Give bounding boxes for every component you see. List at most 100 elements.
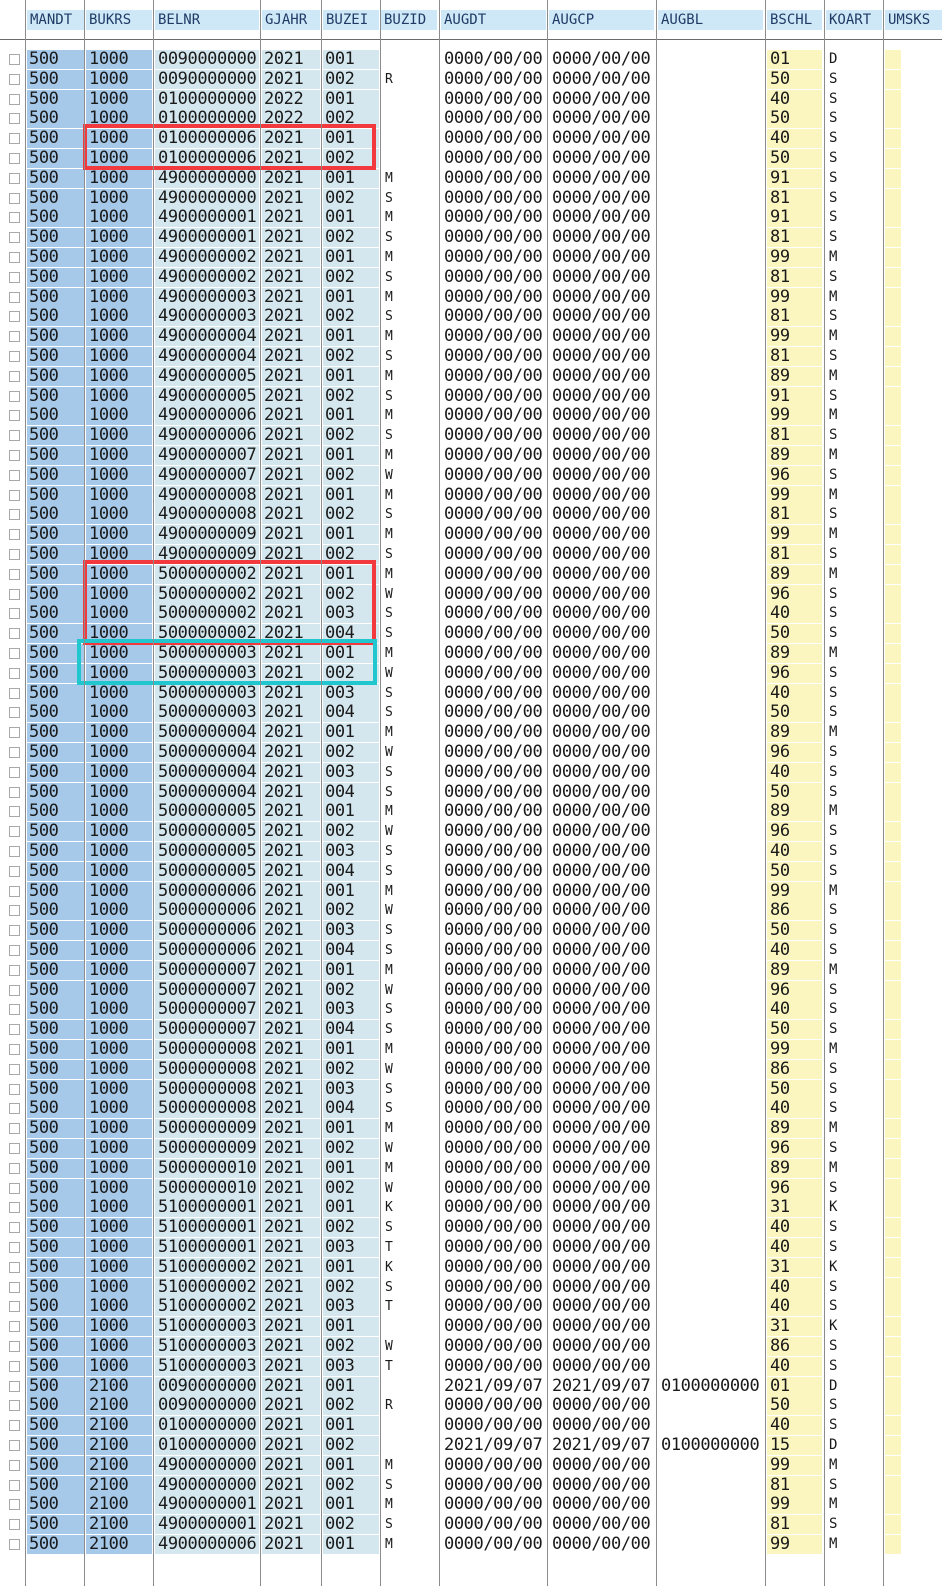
cell-gjahr[interactable]: 2021 xyxy=(262,644,320,663)
cell-bschl[interactable]: 81 xyxy=(767,267,822,287)
cell-bukrs[interactable]: 1000 xyxy=(86,248,152,267)
cell-koart[interactable]: S xyxy=(826,465,882,485)
cell-buzid[interactable]: M xyxy=(381,1119,437,1139)
table-row[interactable]: 500 1000 4900000008 2021 002 S 0000/00/00 0000/… xyxy=(0,505,942,525)
cell-umsk[interactable] xyxy=(885,1376,901,1396)
cell-gjahr[interactable]: 2021 xyxy=(262,1396,320,1416)
cell-bukrs[interactable]: 1000 xyxy=(86,228,152,248)
cell-umsk[interactable] xyxy=(885,208,901,228)
cell-augbl[interactable] xyxy=(658,1059,763,1079)
cell-gjahr[interactable]: 2021 xyxy=(262,465,320,485)
cell-koart[interactable]: S xyxy=(826,762,882,782)
cell-bschl[interactable]: 50 xyxy=(767,69,822,89)
cell-augcp[interactable]: 0000/00/00 xyxy=(549,248,654,267)
cell-augbl[interactable] xyxy=(658,1495,763,1515)
cell-mandt[interactable]: 500 xyxy=(27,1178,84,1198)
cell-gjahr[interactable]: 2021 xyxy=(262,762,320,782)
cell-buzid[interactable]: S xyxy=(381,307,437,327)
cell-mandt[interactable]: 500 xyxy=(27,129,84,149)
cell-augcp[interactable]: 0000/00/00 xyxy=(549,1178,654,1198)
cell-bukrs[interactable]: 1000 xyxy=(86,1198,152,1218)
cell-belnr[interactable]: 4900000008 xyxy=(155,485,259,505)
cell-augcp[interactable]: 0000/00/00 xyxy=(549,287,654,307)
cell-gjahr[interactable]: 2021 xyxy=(262,188,320,208)
cell-buzid[interactable]: K xyxy=(381,1257,437,1277)
cell-bschl[interactable]: 89 xyxy=(767,802,822,822)
column-separator[interactable] xyxy=(439,0,440,1586)
cell-belnr[interactable]: 4900000000 xyxy=(155,168,259,188)
cell-augcp[interactable]: 0000/00/00 xyxy=(549,1158,654,1178)
row-select-checkbox[interactable] xyxy=(9,351,20,362)
cell-bschl[interactable]: 99 xyxy=(767,525,822,545)
cell-augcp[interactable]: 0000/00/00 xyxy=(549,327,654,347)
cell-gjahr[interactable]: 2021 xyxy=(262,50,320,69)
cell-umsk[interactable] xyxy=(885,822,901,842)
table-row[interactable]: 500 1000 5000000010 2021 001 M 0000/00/00 0000/… xyxy=(0,1158,942,1179)
cell-augcp[interactable]: 0000/00/00 xyxy=(549,347,654,366)
cell-mandt[interactable]: 500 xyxy=(27,1218,84,1238)
cell-augdt[interactable]: 0000/00/00 xyxy=(441,228,546,248)
cell-buzei[interactable]: 003 xyxy=(323,1079,379,1099)
table-row[interactable]: 500 2100 4900000006 2021 001 M 0000/00/00 0000/… xyxy=(0,1535,942,1555)
cell-belnr[interactable]: 4900000008 xyxy=(155,505,259,525)
cell-augbl[interactable] xyxy=(658,1317,763,1337)
cell-gjahr[interactable]: 2021 xyxy=(262,1317,320,1337)
cell-buzei[interactable]: 001 xyxy=(323,1119,379,1139)
cell-mandt[interactable]: 500 xyxy=(27,307,84,327)
cell-buzid[interactable]: M xyxy=(381,406,437,426)
cell-belnr[interactable]: 0100000000 xyxy=(155,1416,259,1436)
cell-bukrs[interactable]: 1000 xyxy=(86,465,152,485)
cell-umsk[interactable] xyxy=(885,446,901,465)
cell-augdt[interactable]: 0000/00/00 xyxy=(441,267,546,287)
cell-buzei[interactable]: 001 xyxy=(323,1416,379,1436)
cell-augcp[interactable]: 0000/00/00 xyxy=(549,1079,654,1099)
cell-buzid[interactable] xyxy=(381,89,437,109)
cell-augbl[interactable] xyxy=(658,782,763,802)
cell-bschl[interactable]: 89 xyxy=(767,723,822,743)
cell-augcp[interactable]: 0000/00/00 xyxy=(549,307,654,327)
table-row[interactable]: 500 1000 4900000003 2021 002 S 0000/00/00 0000/… xyxy=(0,307,942,327)
cell-buzid[interactable]: M xyxy=(381,208,437,228)
cell-bukrs[interactable]: 1000 xyxy=(86,1020,152,1040)
cell-bukrs[interactable]: 1000 xyxy=(86,802,152,822)
cell-belnr[interactable]: 4900000006 xyxy=(155,426,259,446)
cell-buzei[interactable]: 002 xyxy=(323,1475,379,1495)
cell-bukrs[interactable]: 1000 xyxy=(86,89,152,109)
cell-gjahr[interactable]: 2021 xyxy=(262,347,320,366)
cell-mandt[interactable]: 500 xyxy=(27,168,84,188)
cell-augbl[interactable] xyxy=(658,1218,763,1238)
cell-bukrs[interactable]: 1000 xyxy=(86,545,152,564)
cell-bschl[interactable]: 31 xyxy=(767,1317,822,1337)
cell-bschl[interactable]: 96 xyxy=(767,743,822,762)
cell-bschl[interactable]: 01 xyxy=(767,1376,822,1396)
cell-augdt[interactable]: 0000/00/00 xyxy=(441,1000,546,1020)
cell-mandt[interactable]: 500 xyxy=(27,604,84,624)
cell-augbl[interactable] xyxy=(658,663,763,683)
cell-buzid[interactable]: W xyxy=(381,743,437,762)
row-select-checkbox[interactable] xyxy=(9,370,20,382)
cell-buzid[interactable]: M xyxy=(381,960,437,980)
cell-augbl[interactable] xyxy=(658,1455,763,1475)
cell-mandt[interactable]: 500 xyxy=(27,941,84,960)
cell-bschl[interactable]: 96 xyxy=(767,663,822,683)
row-select-checkbox[interactable] xyxy=(9,1400,20,1412)
cell-belnr[interactable]: 5000000002 xyxy=(155,604,259,624)
cell-buzei[interactable]: 003 xyxy=(323,842,379,861)
cell-augdt[interactable]: 0000/00/00 xyxy=(441,782,546,802)
cell-augcp[interactable]: 0000/00/00 xyxy=(549,1238,654,1257)
row-select-checkbox[interactable] xyxy=(9,568,20,580)
cell-bschl[interactable]: 96 xyxy=(767,980,822,1000)
cell-buzid[interactable]: S xyxy=(381,921,437,941)
cell-mandt[interactable]: 500 xyxy=(27,485,84,505)
cell-augdt[interactable]: 0000/00/00 xyxy=(441,347,546,366)
cell-gjahr[interactable]: 2021 xyxy=(262,307,320,327)
cell-buzid[interactable]: R xyxy=(381,69,437,89)
cell-umsk[interactable] xyxy=(885,624,901,644)
cell-bukrs[interactable]: 1000 xyxy=(86,366,152,386)
cell-buzid[interactable]: W xyxy=(381,980,437,1000)
cell-buzid[interactable]: S xyxy=(381,683,437,703)
cell-buzei[interactable]: 002 xyxy=(323,188,379,208)
cell-augdt[interactable]: 0000/00/00 xyxy=(441,248,546,267)
cell-koart[interactable]: S xyxy=(826,109,882,129)
cell-koart[interactable]: M xyxy=(826,1535,882,1554)
